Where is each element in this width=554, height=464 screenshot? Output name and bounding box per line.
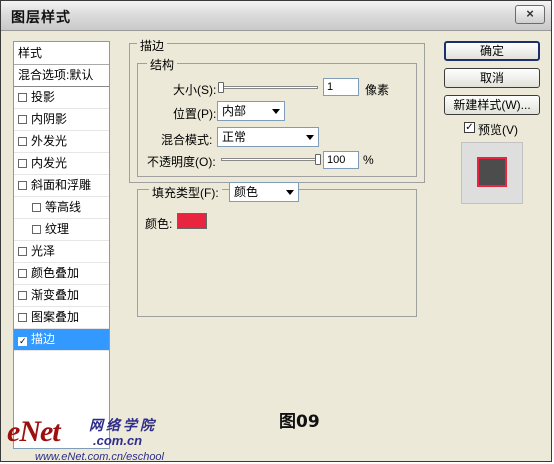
- blend-options-label: 混合选项:默认: [18, 68, 94, 82]
- opacity-slider[interactable]: [221, 158, 321, 161]
- title-bar: 图层样式 ×: [1, 1, 551, 31]
- fill-group: [137, 189, 417, 317]
- style-checkbox[interactable]: [18, 313, 27, 322]
- blend-mode-value: 正常: [222, 130, 247, 144]
- watermark-url: www.eNet.com.cn/eschool: [35, 451, 164, 462]
- fill-type-label: 填充类型(F):: [149, 184, 222, 201]
- style-item[interactable]: 颜色叠加: [14, 263, 109, 285]
- blend-mode-select[interactable]: 正常: [217, 127, 319, 147]
- close-icon: ×: [526, 6, 534, 21]
- layer-style-dialog: 图层样式 × 样式 混合选项:默认 投影内阴影外发光内发光斜面和浮雕等高线纹理光…: [0, 0, 552, 462]
- style-item-label: 描边: [31, 332, 56, 346]
- color-swatch[interactable]: [177, 213, 207, 229]
- styles-header-label: 样式: [18, 46, 43, 60]
- opacity-value: 100: [327, 154, 346, 166]
- fill-type-select[interactable]: 颜色: [229, 182, 299, 202]
- size-label: 大小(S):: [173, 83, 217, 97]
- style-checkbox[interactable]: [18, 115, 27, 124]
- opacity-slider-thumb[interactable]: [315, 154, 321, 165]
- preview-label: 预览(V): [478, 123, 518, 137]
- position-label: 位置(P):: [173, 107, 217, 121]
- style-item-label: 渐变叠加: [31, 288, 80, 302]
- size-slider[interactable]: [218, 86, 318, 89]
- stroke-section-title: 描边: [137, 37, 168, 54]
- size-input[interactable]: 1: [323, 78, 359, 96]
- blend-options-item[interactable]: 混合选项:默认: [14, 65, 109, 87]
- watermark-domain: .com.cn: [93, 433, 143, 448]
- style-item-label: 光泽: [31, 244, 56, 258]
- opacity-unit: %: [363, 153, 374, 167]
- style-item-label: 纹理: [45, 222, 70, 236]
- style-checkbox[interactable]: [18, 291, 27, 300]
- style-checkbox[interactable]: ✓: [18, 337, 27, 346]
- style-item-label: 图案叠加: [31, 310, 80, 324]
- style-item[interactable]: 内阴影: [14, 109, 109, 131]
- style-checkbox[interactable]: [32, 225, 41, 234]
- opacity-label: 不透明度(O):: [147, 155, 216, 169]
- style-item-label: 等高线: [45, 200, 82, 214]
- chevron-down-icon: [272, 109, 280, 114]
- size-slider-thumb[interactable]: [218, 82, 224, 93]
- size-value: 1: [327, 81, 334, 93]
- style-checkbox[interactable]: [18, 159, 27, 168]
- position-value: 内部: [222, 104, 247, 118]
- styles-header[interactable]: 样式: [14, 42, 109, 65]
- preview-box: [461, 142, 523, 204]
- position-select[interactable]: 内部: [217, 101, 285, 121]
- style-checkbox[interactable]: [18, 269, 27, 278]
- style-checkbox[interactable]: [18, 181, 27, 190]
- style-item[interactable]: 斜面和浮雕: [14, 175, 109, 197]
- style-checkbox[interactable]: [18, 247, 27, 256]
- style-item-label: 投影: [31, 90, 56, 104]
- preview-thumbnail: [477, 157, 507, 187]
- opacity-input[interactable]: 100: [323, 151, 359, 169]
- stroke-settings: 描边 结构 大小(S): 1 像素 位置(P): 内部 混合模式: 正常 不透明…: [123, 35, 429, 451]
- fill-type-value: 颜色: [234, 185, 259, 199]
- style-checkbox[interactable]: [18, 137, 27, 146]
- watermark-brand: eNet: [7, 415, 61, 448]
- style-item[interactable]: 光泽: [14, 241, 109, 263]
- style-item-label: 内阴影: [31, 112, 68, 126]
- style-checkbox[interactable]: [32, 203, 41, 212]
- color-label: 颜色:: [145, 217, 173, 231]
- check-icon: ✓: [465, 122, 474, 133]
- style-item[interactable]: 投影: [14, 87, 109, 109]
- cancel-button[interactable]: 取消: [444, 68, 540, 88]
- new-style-label: 新建样式(W)...: [453, 98, 531, 112]
- blend-mode-label: 混合模式:: [161, 133, 213, 147]
- watermark-cn: 网络学院: [89, 417, 157, 433]
- figure-caption: 图09: [279, 412, 320, 432]
- style-checkbox[interactable]: [18, 93, 27, 102]
- style-item-label: 颜色叠加: [31, 266, 80, 280]
- style-item[interactable]: 纹理: [14, 219, 109, 241]
- style-item[interactable]: ✓ 描边: [14, 329, 109, 351]
- style-item[interactable]: 图案叠加: [14, 307, 109, 329]
- style-item-label: 内发光: [31, 156, 68, 170]
- preview-checkbox[interactable]: ✓: [464, 122, 475, 133]
- style-item-label: 斜面和浮雕: [31, 178, 92, 192]
- ok-button[interactable]: 确定: [444, 41, 540, 61]
- chevron-down-icon: [306, 135, 314, 140]
- style-item[interactable]: 外发光: [14, 131, 109, 153]
- styles-list: 样式 混合选项:默认 投影内阴影外发光内发光斜面和浮雕等高线纹理光泽颜色叠加渐变…: [13, 41, 110, 449]
- close-button[interactable]: ×: [515, 5, 545, 24]
- style-item[interactable]: 等高线: [14, 197, 109, 219]
- size-unit: 像素: [365, 83, 390, 97]
- new-style-button[interactable]: 新建样式(W)...: [444, 95, 540, 115]
- style-item[interactable]: 内发光: [14, 153, 109, 175]
- structure-title: 结构: [147, 56, 178, 73]
- dialog-title: 图层样式: [11, 9, 71, 25]
- cancel-label: 取消: [479, 71, 504, 85]
- style-item[interactable]: 渐变叠加: [14, 285, 109, 307]
- style-item-label: 外发光: [31, 134, 68, 148]
- watermark: eNet 网络学院 .com.cn www.eNet.com.cn/eschoo…: [1, 411, 201, 462]
- chevron-down-icon: [286, 190, 294, 195]
- ok-label: 确定: [479, 44, 504, 58]
